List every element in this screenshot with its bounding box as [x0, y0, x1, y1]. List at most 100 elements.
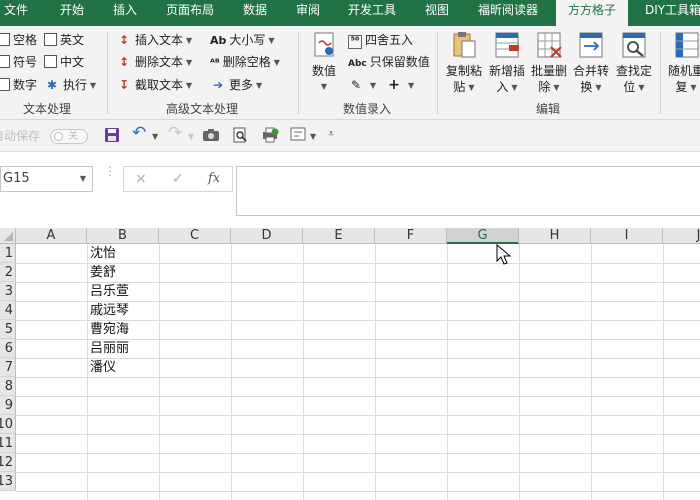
merge-convert-icon: [576, 30, 606, 60]
cell-b3[interactable]: 吕乐萱: [88, 282, 129, 301]
tab-review[interactable]: 审阅: [296, 0, 320, 26]
cell-b7[interactable]: 潘仪: [88, 358, 116, 377]
tab-diy-toolbox[interactable]: DIY工具箱: [645, 0, 700, 26]
chevron-down-icon[interactable]: ▼: [310, 129, 316, 145]
column-header-j[interactable]: J: [663, 228, 700, 244]
autosave-toggle[interactable]: 关: [50, 129, 88, 144]
find-locate-button[interactable]: 查找定 位 ▼: [612, 30, 656, 96]
edit-entry-button[interactable]: ✎ ▼: [348, 75, 376, 95]
case-button[interactable]: Ab 大小写 ▼: [210, 30, 275, 50]
print-check-icon[interactable]: [261, 127, 279, 147]
formula-buttons: × ✓ fx: [123, 166, 233, 192]
chevron-down-icon: ▼: [273, 58, 280, 67]
chevron-down-icon: ▼: [511, 83, 518, 92]
cancel-icon[interactable]: ×: [135, 167, 147, 191]
grid-line: [16, 453, 700, 454]
execute-button[interactable]: ✱ 执行 ▼: [44, 75, 96, 95]
column-header-i[interactable]: I: [591, 228, 663, 244]
tab-insert[interactable]: 插入: [113, 0, 137, 26]
column-header-c[interactable]: C: [159, 228, 231, 244]
column-header-h[interactable]: H: [519, 228, 591, 244]
tab-developer[interactable]: 开发工具: [348, 0, 396, 26]
toggle-knob: [54, 132, 63, 141]
tab-home[interactable]: 开始: [60, 0, 84, 26]
delete-text-button[interactable]: ↕ 删除文本 ▼: [116, 52, 192, 72]
row-header[interactable]: 13: [0, 472, 16, 491]
customize-qat-icon[interactable]: ⩡: [328, 126, 334, 142]
group-label-text-processing: 文本处理: [23, 102, 72, 116]
chevron-down-icon: ▼: [638, 83, 645, 92]
tab-fangfang-gezi[interactable]: 方方格子: [556, 0, 629, 26]
row-header[interactable]: 8: [0, 377, 16, 396]
merge-convert-button[interactable]: 合并转 换 ▼: [569, 30, 613, 96]
insert-function-icon[interactable]: fx: [208, 167, 220, 191]
column-header-g[interactable]: G: [447, 228, 519, 244]
row-header[interactable]: 7: [0, 358, 16, 377]
row-header[interactable]: 10: [0, 415, 16, 434]
numeric-value-button[interactable]: 数值 ▼: [302, 30, 346, 95]
tab-foxit-reader[interactable]: 福昕阅读器: [478, 0, 538, 26]
row-header[interactable]: 12: [0, 453, 16, 472]
copy-paste-button[interactable]: 复制粘 贴 ▼: [442, 30, 486, 96]
row-header[interactable]: 1: [0, 244, 16, 263]
extract-text-button[interactable]: ↧ 截取文本 ▼: [116, 75, 192, 95]
tab-data[interactable]: 数据: [243, 0, 267, 26]
print-preview-icon[interactable]: [232, 127, 248, 147]
add-entry-button[interactable]: + ▼: [386, 75, 414, 95]
keep-values-button[interactable]: Abc 只保留数值: [348, 52, 430, 72]
chevron-down-icon[interactable]: ▼: [152, 129, 158, 145]
chevron-down-icon[interactable]: ▼: [80, 167, 86, 191]
tab-page-layout[interactable]: 页面布局: [166, 0, 214, 26]
column-header-f[interactable]: F: [375, 228, 447, 244]
group-divider: [437, 32, 438, 114]
cell-b1[interactable]: 沈怡: [88, 244, 116, 263]
name-box[interactable]: G15 ▼: [0, 166, 93, 192]
insert-new-button[interactable]: 新增插 入 ▼: [485, 30, 529, 96]
cell-b6[interactable]: 吕丽丽: [88, 339, 129, 358]
checkbox-number[interactable]: 数字: [0, 75, 37, 95]
grid-line: [16, 415, 700, 416]
delete-space-button[interactable]: ᴬᴮ 删除空格 ▼: [210, 52, 280, 72]
row-header[interactable]: 6: [0, 339, 16, 358]
worksheet-grid[interactable]: A B C D E F G H I J 1 2 3 4 5 6 7 8 9 10…: [0, 228, 700, 500]
cell-b2[interactable]: 姜舒: [88, 263, 116, 282]
checkbox-symbol[interactable]: 符号: [0, 52, 37, 72]
row-header[interactable]: 9: [0, 396, 16, 415]
camera-icon[interactable]: [202, 127, 220, 147]
delete-text-icon: ↕: [118, 55, 130, 69]
insert-text-button[interactable]: ↕ 插入文本 ▼: [116, 30, 192, 50]
checkbox-chinese[interactable]: 中文: [44, 52, 84, 72]
column-header-d[interactable]: D: [231, 228, 303, 244]
row-header[interactable]: 4: [0, 301, 16, 320]
cell-b5[interactable]: 曹宛海: [88, 320, 129, 339]
row-header[interactable]: 2: [0, 263, 16, 282]
checkbox-space[interactable]: 空格: [0, 30, 37, 50]
more-button[interactable]: ➔ 更多 ▼: [210, 75, 262, 95]
form-icon[interactable]: [290, 127, 306, 145]
chevron-down-icon: ▼: [370, 81, 377, 90]
checkbox-english[interactable]: 英文: [44, 30, 84, 50]
column-header-a[interactable]: A: [16, 228, 87, 244]
save-icon[interactable]: [104, 127, 120, 147]
chevron-down-icon: ▼: [186, 36, 193, 45]
undo-icon[interactable]: ↶: [132, 125, 146, 142]
splitter-handle[interactable]: ⋮: [104, 165, 116, 177]
insert-text-icon: ↕: [118, 33, 130, 47]
autosave-label: 自动保存: [0, 129, 41, 143]
cell-b4[interactable]: 戚远琴: [88, 301, 129, 320]
ribbon-panel: 空格 英文 符号 中文 数字 ✱ 执行 ▼ 文本处理 ↕ 插入文本 ▼ Ab 大小写 ▼ ↕…: [0, 26, 700, 120]
column-header-e[interactable]: E: [303, 228, 375, 244]
tab-file[interactable]: 文件: [4, 0, 28, 26]
row-header[interactable]: 5: [0, 320, 16, 339]
select-all-corner[interactable]: [0, 228, 16, 244]
round-button[interactable]: ⁵⁰ 四舍五入: [348, 30, 413, 50]
batch-delete-button[interactable]: 批量删 除 ▼: [527, 30, 571, 96]
tab-view[interactable]: 视图: [425, 0, 449, 26]
column-header-b[interactable]: B: [87, 228, 159, 244]
row-header[interactable]: 3: [0, 282, 16, 301]
group-divider: [298, 32, 299, 114]
row-header[interactable]: 11: [0, 434, 16, 453]
enter-icon[interactable]: ✓: [172, 167, 184, 191]
random-repeat-button[interactable]: 随机重 复▼: [664, 30, 700, 96]
formula-input[interactable]: [236, 166, 700, 216]
